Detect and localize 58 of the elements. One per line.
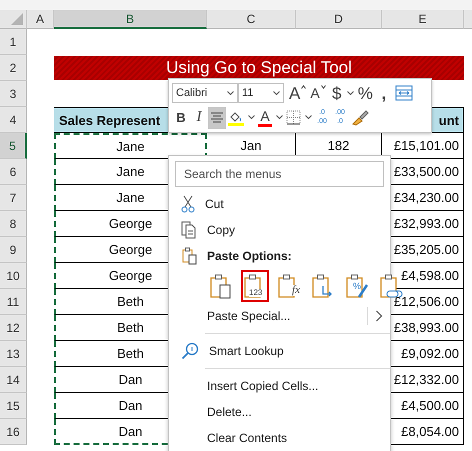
caret-down-icon — [320, 85, 326, 90]
font-size-value: 11 — [242, 87, 254, 100]
sheet-title: Using Go to Special Tool — [166, 58, 352, 78]
search-field[interactable]: Search the menus — [175, 161, 384, 187]
font-name-dropdown[interactable]: Calibri — [172, 83, 238, 104]
row-header[interactable]: 16 — [0, 419, 27, 445]
chevron-icon — [304, 115, 312, 120]
column-header[interactable]: A — [27, 10, 54, 29]
shrink-font-button[interactable]: A — [308, 82, 328, 104]
chevron-icon — [248, 115, 254, 120]
font-color-button[interactable]: A — [256, 106, 274, 129]
caret-up-icon — [301, 85, 306, 90]
font-size-dropdown[interactable]: 11 — [238, 83, 284, 104]
column-header[interactable]: B — [54, 10, 207, 29]
paste-formatting-button[interactable]: % — [343, 270, 371, 302]
chevron-icon — [273, 90, 280, 96]
paint-bucket-icon — [228, 110, 244, 126]
row-header[interactable]: 9 — [0, 237, 27, 263]
row-header[interactable]: 13 — [0, 341, 27, 367]
row-header[interactable]: 7 — [0, 185, 27, 211]
search-icon — [181, 342, 199, 360]
comma-button[interactable]: , — [374, 82, 393, 104]
center-align-icon — [210, 110, 224, 125]
row-header[interactable]: 11 — [0, 289, 27, 315]
paste-values-button[interactable]: 123 — [241, 270, 269, 302]
percent-button[interactable]: % — [356, 82, 375, 104]
currency-button[interactable]: $ — [328, 82, 346, 104]
font-name-value: Calibri — [176, 87, 208, 100]
center-align-button[interactable] — [208, 106, 226, 129]
column-header[interactable]: D — [296, 10, 382, 29]
row-header[interactable]: 2 — [0, 55, 27, 81]
chevron-icon — [227, 90, 234, 96]
row-header[interactable]: 12 — [0, 315, 27, 341]
row-header[interactable]: 3 — [0, 81, 27, 107]
column-header — [464, 10, 472, 29]
chevron-icon — [276, 115, 282, 120]
column-header[interactable]: E — [382, 10, 464, 29]
paintbrush-icon — [351, 110, 369, 126]
wrap-icon — [394, 85, 413, 102]
row-header[interactable]: 15 — [0, 393, 27, 419]
row-header[interactable]: 14 — [0, 367, 27, 393]
row-header[interactable]: 4 — [0, 107, 27, 133]
paste-formulas-button[interactable]: fx — [275, 270, 303, 302]
borders-icon — [286, 110, 301, 126]
copy-icon — [181, 221, 197, 239]
bold-button[interactable]: B — [172, 106, 190, 129]
row-header[interactable]: 1 — [0, 29, 27, 55]
grow-font-button[interactable]: A — [287, 82, 308, 104]
chevron-icon — [347, 90, 354, 96]
column-header[interactable]: C — [207, 10, 296, 29]
row-header[interactable]: 6 — [0, 159, 27, 185]
italic-button[interactable]: I — [190, 106, 208, 129]
clipboard-icon — [181, 247, 197, 265]
row-header[interactable]: 5 — [0, 133, 27, 159]
row-header[interactable]: 10 — [0, 263, 27, 289]
corner-triangle-icon — [11, 13, 23, 25]
row-header[interactable]: 8 — [0, 211, 27, 237]
scissors-icon — [181, 195, 195, 213]
